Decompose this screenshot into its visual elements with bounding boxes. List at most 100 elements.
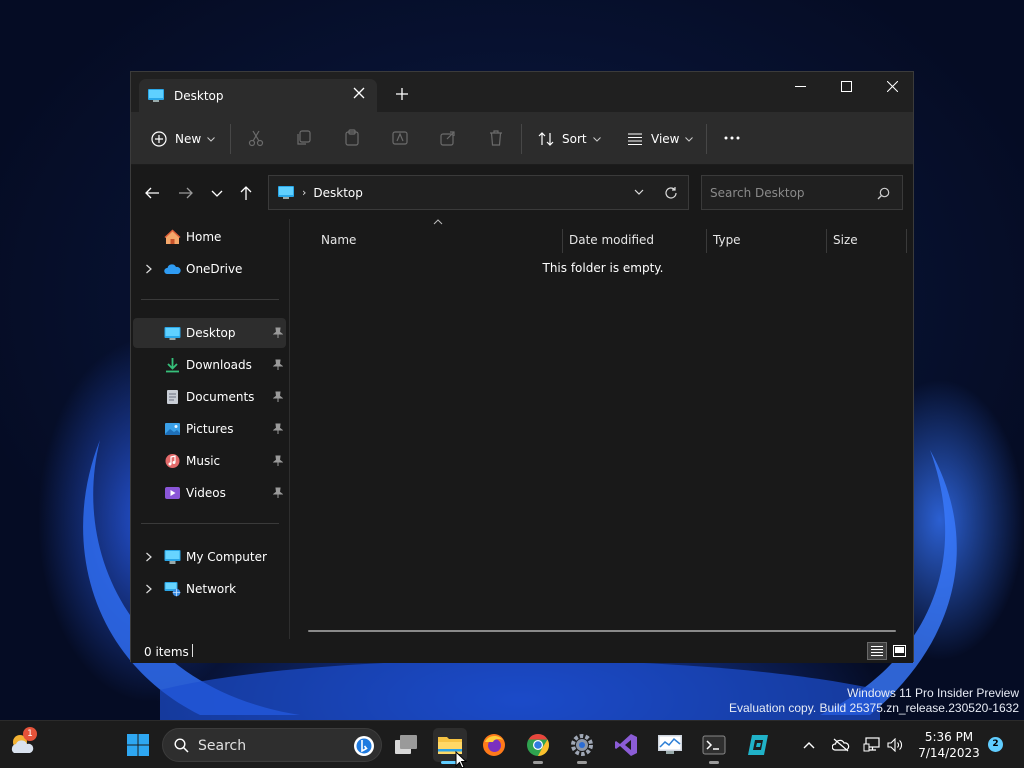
- sort-label: Sort: [562, 132, 587, 146]
- recent-locations-chevron-icon[interactable]: [209, 185, 225, 201]
- sidebar-item-onedrive[interactable]: OneDrive: [133, 254, 286, 284]
- column-header-name[interactable]: Name: [321, 226, 356, 254]
- column-header-size[interactable]: Size: [833, 226, 858, 254]
- pin-icon[interactable]: [273, 423, 283, 435]
- column-divider[interactable]: [562, 229, 563, 253]
- command-bar: New Sort View: [131, 112, 913, 165]
- pin-icon[interactable]: [273, 487, 283, 499]
- taskbar-firefox[interactable]: [477, 728, 511, 762]
- weather-notification-badge: 1: [23, 727, 37, 741]
- sidebar-item-my-computer[interactable]: My Computer: [133, 542, 286, 572]
- show-hidden-icons-button[interactable]: [799, 735, 819, 755]
- sort-ascending-caret-icon: [433, 219, 443, 225]
- tab-desktop[interactable]: Desktop: [139, 79, 377, 112]
- file-explorer-window: Desktop New Sort View › Desktop Search D…: [130, 71, 915, 663]
- taskbar-search-box[interactable]: [162, 728, 382, 762]
- taskbar-resource-monitor[interactable]: [653, 728, 687, 762]
- visual-studio-icon: [615, 734, 637, 756]
- view-icon: [628, 133, 642, 146]
- column-divider[interactable]: [826, 229, 827, 253]
- pin-icon[interactable]: [273, 359, 283, 371]
- taskbar-settings[interactable]: [565, 728, 599, 764]
- close-button[interactable]: [869, 72, 915, 100]
- pin-icon[interactable]: [273, 327, 283, 339]
- breadcrumb-desktop[interactable]: Desktop: [313, 186, 363, 200]
- bing-chat-icon[interactable]: [352, 734, 376, 758]
- search-box[interactable]: [701, 175, 903, 210]
- add-tab-icon[interactable]: [395, 87, 409, 101]
- sidebar-item-videos[interactable]: Videos: [133, 478, 286, 508]
- file-list-pane[interactable]: Name Date modified Type Size This folder…: [290, 219, 914, 639]
- taskbar-chrome[interactable]: [521, 728, 555, 764]
- refresh-icon[interactable]: [664, 186, 678, 200]
- sidebar-item-label: Home: [186, 230, 222, 244]
- sidebar-item-network[interactable]: Network: [133, 574, 286, 604]
- view-label: View: [651, 132, 680, 146]
- running-indicator: [709, 761, 719, 764]
- downloads-icon: [166, 358, 179, 373]
- column-divider[interactable]: [906, 229, 907, 253]
- pin-icon[interactable]: [273, 391, 283, 403]
- chevron-right-icon[interactable]: [145, 552, 153, 562]
- sidebar-item-label: Music: [186, 454, 221, 468]
- view-button[interactable]: View: [627, 126, 694, 152]
- horizontal-scrollbar[interactable]: [308, 630, 896, 632]
- details-view-button[interactable]: [867, 642, 887, 660]
- sidebar-item-home[interactable]: Home: [133, 222, 286, 252]
- sidebar-item-documents[interactable]: Documents: [133, 382, 286, 412]
- rename-icon[interactable]: [391, 129, 409, 147]
- sidebar-item-desktop[interactable]: Desktop: [133, 318, 286, 348]
- column-divider[interactable]: [706, 229, 707, 253]
- details-view-icon: [871, 646, 883, 656]
- large-icons-view-icon: [892, 645, 906, 657]
- taskbar-visual-studio[interactable]: [609, 728, 643, 762]
- share-icon[interactable]: [439, 129, 457, 147]
- address-history-chevron-icon[interactable]: [634, 188, 644, 196]
- task-view-button[interactable]: [389, 728, 423, 762]
- column-header-type[interactable]: Type: [713, 226, 741, 254]
- chevron-right-icon[interactable]: [145, 264, 153, 274]
- sidebar-item-music[interactable]: Music: [133, 446, 286, 476]
- taskbar-search-input[interactable]: [198, 737, 318, 755]
- back-arrow-icon[interactable]: [144, 185, 160, 201]
- toolbar-divider: [706, 124, 707, 154]
- tray-onedrive[interactable]: [831, 735, 851, 755]
- minimize-button[interactable]: [777, 72, 823, 100]
- search-input[interactable]: [710, 184, 870, 202]
- start-button[interactable]: [121, 728, 155, 762]
- sidebar-item-downloads[interactable]: Downloads: [133, 350, 286, 380]
- address-bar[interactable]: › Desktop: [268, 175, 689, 210]
- tray-network[interactable]: [862, 735, 882, 755]
- taskbar-app[interactable]: [741, 728, 775, 762]
- maximize-icon: [840, 80, 852, 92]
- taskbar-terminal[interactable]: [697, 728, 731, 764]
- copy-icon[interactable]: [295, 129, 313, 147]
- onedrive-icon: [164, 264, 181, 274]
- large-icons-view-button[interactable]: [889, 642, 909, 660]
- taskbar: 1 Search 5:36 PM 7/14/2023 2: [0, 720, 1024, 768]
- close-tab-icon[interactable]: [353, 87, 365, 99]
- tray-volume[interactable]: [885, 735, 905, 755]
- sort-button[interactable]: Sort: [538, 126, 601, 152]
- pin-icon[interactable]: [273, 455, 283, 467]
- maximize-button[interactable]: [823, 72, 869, 100]
- up-arrow-icon[interactable]: [238, 185, 254, 201]
- item-count: 0 items: [144, 645, 189, 659]
- taskbar-clock[interactable]: 5:36 PM 7/14/2023: [918, 729, 980, 761]
- terminal-icon: [702, 735, 726, 755]
- forward-arrow-icon[interactable]: [178, 185, 194, 201]
- more-options-icon[interactable]: [723, 129, 741, 147]
- chevron-right-icon[interactable]: [145, 584, 153, 594]
- cut-icon[interactable]: [247, 129, 265, 147]
- paste-icon[interactable]: [343, 129, 361, 147]
- delete-icon[interactable]: [487, 129, 505, 147]
- column-header-date-modified[interactable]: Date modified: [569, 226, 654, 254]
- search-icon[interactable]: [877, 187, 890, 200]
- computer-icon: [164, 550, 181, 564]
- notification-center-badge[interactable]: 2: [988, 737, 1003, 752]
- new-button[interactable]: New: [151, 126, 216, 152]
- running-indicator: [533, 761, 543, 764]
- breadcrumb-separator-icon[interactable]: ›: [302, 186, 306, 199]
- videos-icon: [165, 487, 180, 499]
- sidebar-item-pictures[interactable]: Pictures: [133, 414, 286, 444]
